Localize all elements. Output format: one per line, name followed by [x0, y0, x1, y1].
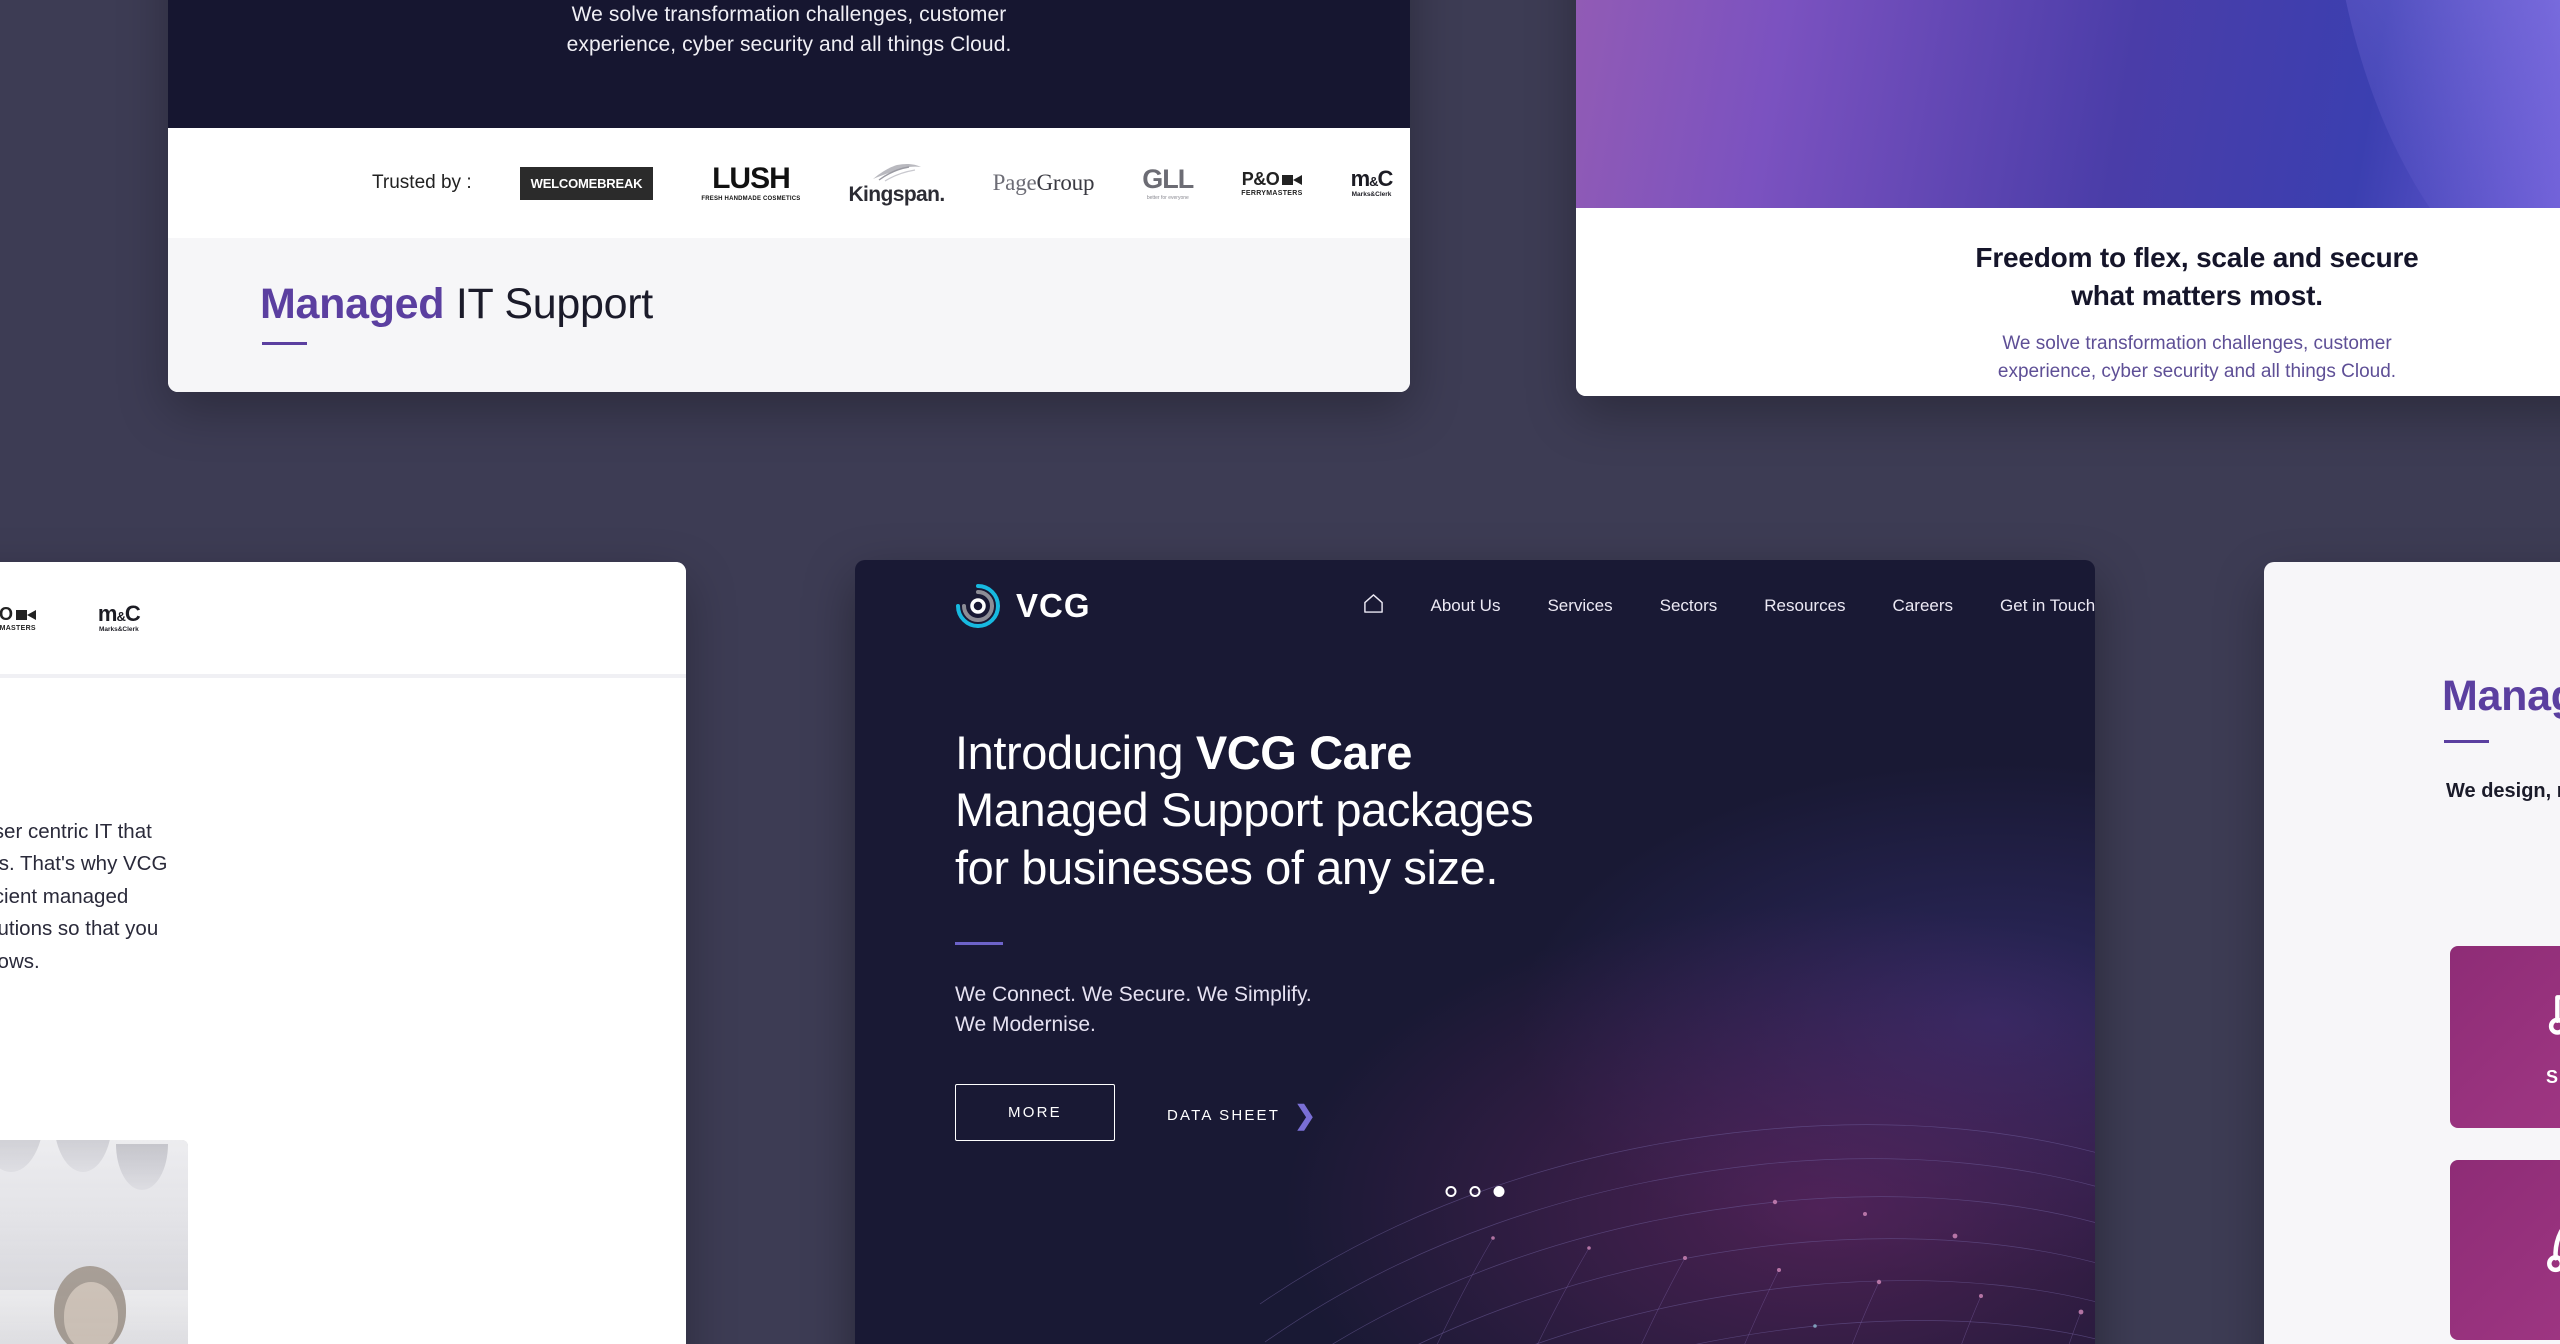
trusted-by-label: Trusted by :: [372, 172, 472, 193]
tagline-line-1: We Connect. We Secure. We Simplify.: [955, 983, 1312, 1006]
logo-lush: LUSH FRESH HANDMADE COSMETICS: [701, 162, 801, 203]
bottom-left-website-panel: Kingspan. PageGroup GLL better for every…: [0, 562, 686, 1344]
center-carousel-dots[interactable]: [1445, 1186, 1505, 1197]
right-website-panel: Managed We design, manage and SECURE ⌄: [2264, 562, 2560, 1344]
vcg-logo[interactable]: VCG: [955, 583, 1091, 629]
nav-item-careers[interactable]: Careers: [1893, 596, 1953, 616]
vcg-brand-text: VCG: [1016, 587, 1091, 624]
nav-item-about-us[interactable]: About Us: [1431, 596, 1501, 616]
kingspan-lion-icon: [872, 163, 921, 182]
top-left-hero: We solve transformation challenges, cust…: [168, 0, 1410, 128]
hero-tagline: We Connect. We Secure. We Simplify. We M…: [955, 980, 1312, 1041]
top-right-website-panel: or in the Cloud. CHECK AVAILABILITY Free…: [1576, 0, 2560, 396]
tile-secure-label: SECURE: [2546, 1067, 2560, 1087]
logo-po-ferrymasters: P&O FERRYMASTERS: [1241, 168, 1303, 197]
top-right-title: Freedom to flex, scale and secure what m…: [1576, 208, 2560, 315]
vcg-logo-mark-icon: [955, 583, 1001, 629]
logo-po-ferrymasters: P&O FERRYMASTERS: [0, 603, 36, 632]
logo-pagegroup: PageGroup: [992, 170, 1095, 195]
nav-item-services[interactable]: Services: [1547, 596, 1612, 616]
center-hero: Introducing VCG Care Managed Support pac…: [855, 652, 2095, 1344]
heading-accent-word: Managed: [260, 280, 445, 328]
po-flag-icon: [15, 609, 36, 620]
nav-item-get-in-touch[interactable]: Get in Touch: [2000, 596, 2095, 616]
logo-kingspan: Kingspan.: [848, 162, 945, 205]
hero-subtitle-line-1: We solve transformation challenges, cust…: [571, 3, 1007, 26]
top-right-title-line-1: Freedom to flex, scale and secure: [1975, 242, 2419, 273]
headline-line-2: Managed Support packages: [955, 783, 1534, 837]
bottom-left-logo-strip: Kingspan. PageGroup GLL better for every…: [0, 562, 686, 674]
more-button[interactable]: MORE: [955, 1084, 1115, 1141]
logo-marks-clerk: m&C Marks&Clerk: [1350, 165, 1394, 198]
heading-rest: IT Support: [444, 280, 653, 328]
bottom-left-paragraph: Businesses need agile, efficient and use…: [0, 820, 168, 973]
top-right-text-line-2: experience, cyber security and all thing…: [1997, 361, 2397, 383]
tile-modernise[interactable]: [2450, 1160, 2560, 1340]
network-mesh-graphic: [1259, 1124, 2095, 1344]
headline-line-1-bold: VCG Care: [1195, 726, 1413, 779]
bottom-left-body: Businesses need agile, efficient and use…: [0, 678, 686, 1344]
data-sheet-label: DATA SHEET: [1167, 1106, 1281, 1124]
logo-gll: GLL better for everyone: [1142, 163, 1194, 201]
top-right-text-line-1: We solve transformation challenges, cust…: [2002, 332, 2392, 354]
top-left-website-panel: We solve transformation challenges, cust…: [168, 0, 1410, 392]
trusted-by-logo-strip: Trusted by : WELCOMEBREAK LUSH FRESH HAN…: [168, 128, 1410, 238]
carousel-dot-3[interactable]: [1493, 1186, 1505, 1197]
logo-marks-clerk: m&C Marks&Clerk: [97, 600, 141, 633]
carousel-dot-1[interactable]: [1445, 1186, 1457, 1197]
gear-network-icon: [2547, 1229, 2560, 1273]
nav-item-sectors[interactable]: Sectors: [1660, 596, 1718, 616]
logo-welcomebreak: WELCOMEBREAK: [519, 166, 654, 200]
hero-headline: Introducing VCG Care Managed Support pac…: [955, 724, 1534, 896]
hero-subtitle-line-2: experience, cyber security and all thing…: [566, 33, 1012, 57]
chevron-right-icon: ❯: [1294, 1100, 1319, 1130]
po-flag-icon: [1282, 174, 1303, 185]
top-right-copy-band: Freedom to flex, scale and secure what m…: [1576, 208, 2560, 396]
headline-line-3: for businesses of any size.: [955, 840, 1499, 894]
carousel-dot-2[interactable]: [1469, 1186, 1481, 1197]
top-right-gradient-hero: or in the Cloud. CHECK AVAILABILITY: [1576, 0, 2560, 208]
nav-item-resources[interactable]: Resources: [1764, 596, 1845, 616]
top-left-hero-subtitle: We solve transformation challenges, cust…: [168, 0, 1410, 61]
main-menu: About Us Services Sectors Resources Care…: [1363, 593, 2095, 619]
team-photo: [0, 1140, 188, 1344]
hero-underline-rule: [955, 942, 1003, 945]
right-panel-subheading: We design, manage and: [2446, 780, 2560, 802]
data-sheet-link[interactable]: DATA SHEET ❯: [1167, 1102, 1318, 1128]
top-right-text: We solve transformation challenges, cust…: [1576, 315, 2560, 387]
headline-line-1-normal: Introducing: [955, 726, 1196, 779]
home-icon[interactable]: [1363, 593, 1384, 619]
managed-it-support-heading: Managed IT Support: [260, 280, 653, 329]
heading-underline-rule: [262, 342, 307, 345]
center-website-panel: VCG About Us Services Sectors Resources …: [855, 560, 2095, 1344]
tile-secure[interactable]: SECURE ⌄: [2450, 946, 2560, 1128]
right-panel-heading: Managed: [2442, 672, 2560, 720]
top-left-heading-band: Managed IT Support: [168, 238, 1410, 392]
tagline-line-2: We Modernise.: [955, 1013, 1096, 1037]
screenshot-stage: We solve transformation challenges, cust…: [0, 0, 2560, 1344]
lock-network-icon: [2548, 995, 2560, 1035]
right-heading-rule: [2444, 740, 2489, 743]
top-right-title-line-2: what matters most.: [2071, 279, 2323, 311]
site-navigation-bar: VCG About Us Services Sectors Resources …: [855, 560, 2095, 652]
